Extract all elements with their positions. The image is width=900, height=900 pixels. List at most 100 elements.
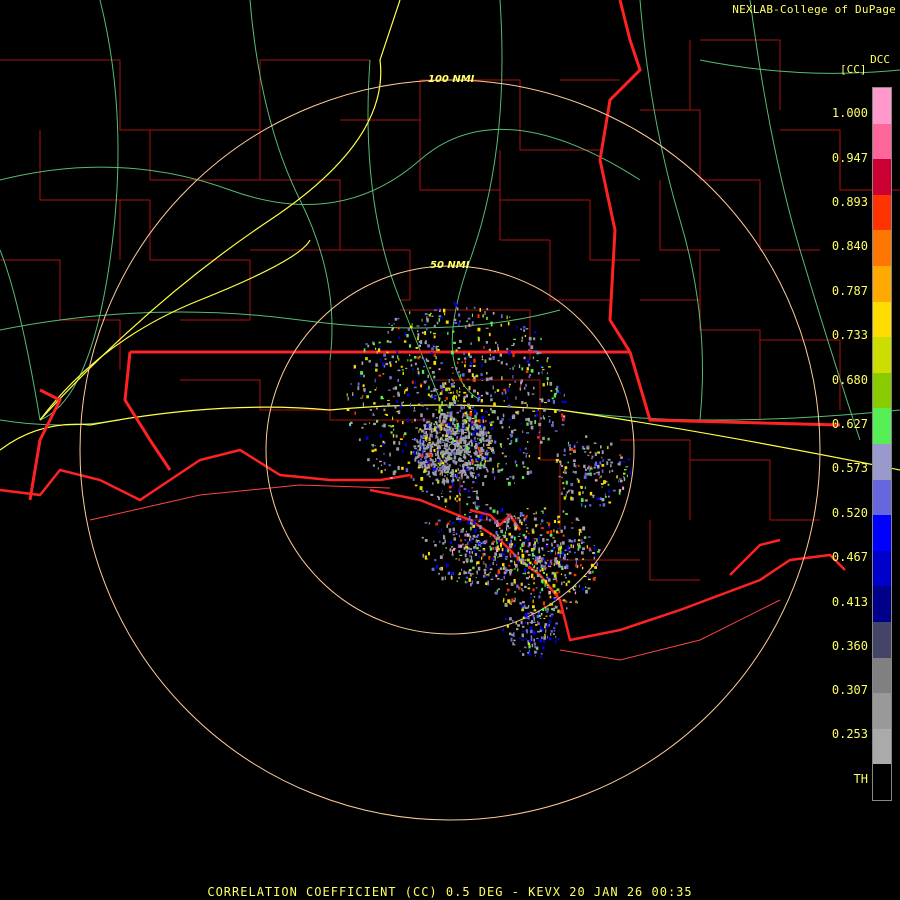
echo-pixel: [456, 495, 459, 498]
echo-pixel: [417, 367, 419, 371]
echo-pixel: [537, 409, 539, 411]
echo-pixel: [589, 467, 593, 470]
echo-pixel: [471, 460, 475, 464]
echo-pixel: [450, 575, 453, 580]
echo-pixel: [593, 544, 595, 546]
echo-pixel: [452, 553, 454, 557]
echo-pixel: [541, 371, 543, 374]
echo-pixel: [484, 541, 488, 543]
echo-pixel: [548, 366, 551, 368]
echo-pixel: [520, 422, 522, 425]
echo-pixel: [543, 514, 546, 516]
echo-pixel: [544, 633, 546, 637]
echo-pixel: [439, 540, 441, 544]
echo-pixel: [475, 507, 479, 510]
echo-pixel: [418, 403, 421, 406]
echo-pixel: [474, 436, 476, 440]
echo-pixel: [543, 554, 546, 556]
echo-pixel: [564, 400, 567, 404]
echo-pixel: [541, 549, 543, 551]
echo-pixel: [460, 529, 463, 531]
echo-pixel: [506, 519, 510, 524]
echo-pixel: [521, 633, 524, 638]
echo-pixel: [502, 563, 505, 567]
echo-pixel: [438, 469, 440, 472]
echo-pixel: [450, 391, 453, 394]
echo-pixel: [534, 655, 536, 657]
echo-pixel: [546, 522, 548, 524]
echo-pixel: [582, 491, 584, 494]
echo-pixel: [464, 429, 466, 431]
echo-pixel: [463, 464, 465, 467]
echo-pixel: [392, 434, 395, 438]
echo-pixel: [382, 404, 384, 407]
echo-pixel: [482, 314, 484, 318]
echo-pixel: [410, 474, 413, 479]
echo-pixel: [470, 409, 473, 411]
echo-pixel: [423, 366, 426, 368]
echo-pixel: [597, 551, 600, 553]
echo-pixel: [480, 399, 483, 403]
echo-pixel: [514, 380, 517, 383]
echo-pixel: [548, 587, 551, 589]
echo-pixel: [544, 567, 548, 569]
echo-pixel: [416, 325, 420, 327]
echo-pixel: [486, 392, 489, 395]
echo-pixel: [445, 434, 448, 437]
echo-pixel: [445, 387, 448, 392]
echo-pixel: [481, 355, 483, 359]
echo-pixel: [533, 582, 535, 585]
echo-pixel: [479, 462, 482, 467]
echo-pixel: [398, 441, 401, 445]
echo-pixel: [537, 371, 540, 375]
echo-pixel: [458, 577, 460, 579]
echo-pixel: [487, 431, 490, 434]
echo-pixel: [444, 465, 447, 470]
echo-pixel: [475, 547, 477, 550]
echo-pixel: [448, 528, 452, 533]
radar-site-marker: [448, 443, 456, 451]
echo-pixel: [452, 437, 454, 441]
echo-pixel: [571, 522, 573, 524]
echo-pixel: [533, 560, 537, 564]
echo-pixel: [489, 421, 492, 425]
echo-pixel: [477, 336, 480, 339]
echo-pixel: [438, 405, 441, 409]
echo-pixel: [482, 457, 486, 460]
echo-pixel: [570, 483, 574, 487]
echo-pixel: [458, 535, 460, 538]
echo-pixel: [421, 318, 423, 322]
echo-pixel: [597, 451, 600, 454]
echo-pixel: [494, 391, 496, 394]
echo-pixel: [489, 443, 492, 445]
echo-pixel: [423, 468, 426, 473]
echo-pixel: [594, 479, 598, 482]
echo-pixel: [563, 393, 565, 397]
echo-pixel: [424, 522, 428, 524]
echo-pixel: [466, 533, 470, 537]
echo-pixel: [367, 458, 370, 462]
echo-pixel: [457, 358, 461, 360]
echo-pixel: [449, 456, 452, 459]
echo-pixel: [473, 439, 476, 443]
echo-pixel: [564, 462, 566, 465]
echo-pixel: [441, 401, 443, 405]
echo-pixel: [489, 571, 491, 573]
echo-pixel: [407, 393, 410, 397]
echo-pixel: [419, 463, 423, 467]
echo-pixel: [524, 335, 527, 337]
echo-pixel: [547, 381, 549, 386]
echo-pixel: [530, 345, 534, 350]
echo-pixel: [489, 564, 491, 567]
echo-pixel: [516, 628, 519, 631]
echo-pixel: [513, 522, 517, 527]
echo-pixel: [422, 437, 425, 439]
echo-pixel: [463, 383, 465, 387]
echo-pixel: [440, 362, 443, 364]
echo-pixel: [558, 409, 561, 412]
echo-pixel: [445, 498, 448, 500]
echo-pixel: [420, 447, 422, 451]
echo-pixel: [417, 440, 419, 444]
echo-pixel: [604, 493, 606, 496]
echo-pixel: [441, 391, 443, 393]
